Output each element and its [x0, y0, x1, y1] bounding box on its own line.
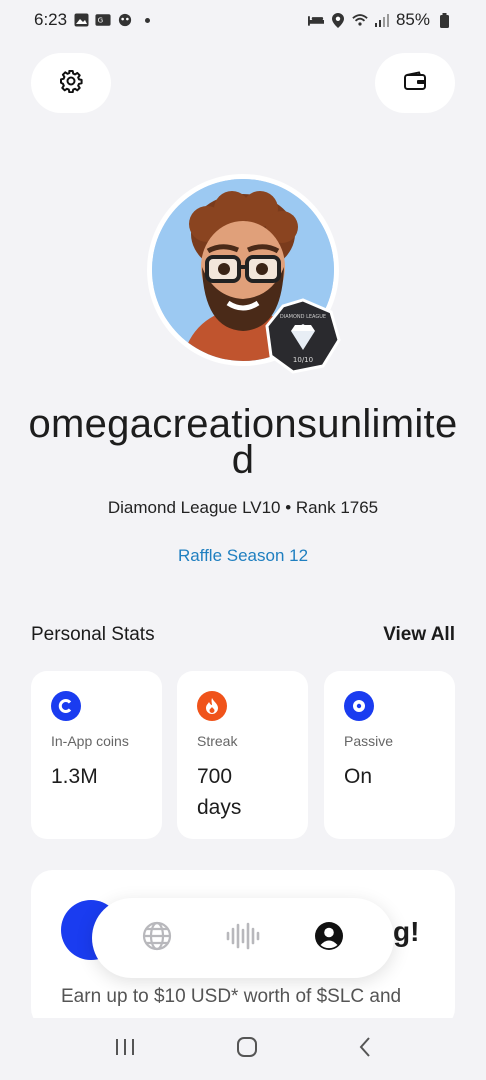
- stat-card-passive[interactable]: Passive On: [324, 671, 455, 839]
- home-button[interactable]: [236, 1036, 258, 1063]
- personal-stats-title: Personal Stats: [31, 624, 155, 645]
- passive-icon: [344, 691, 374, 721]
- bottom-tab-bar: [92, 898, 394, 978]
- tab-audio[interactable]: [223, 918, 263, 958]
- svg-text:G: G: [98, 16, 104, 25]
- stat-label: Streak: [197, 733, 238, 749]
- badge-level: 10/10: [293, 356, 313, 364]
- profile-icon: [314, 921, 344, 956]
- globe-icon: [141, 920, 173, 957]
- flame-icon: [197, 691, 227, 721]
- soundwave-icon: [225, 921, 261, 956]
- wallet-button[interactable]: [375, 53, 455, 113]
- battery-percent: 85%: [395, 10, 430, 29]
- view-all-link[interactable]: View All: [383, 624, 455, 646]
- back-button[interactable]: [358, 1036, 372, 1063]
- gallery-icon: [73, 12, 89, 28]
- stat-card-streak[interactable]: Streak 700 days: [177, 671, 308, 839]
- status-bar: 6:23 G 85%: [0, 0, 486, 40]
- signal-icon: [374, 12, 390, 28]
- stat-value: On: [344, 765, 373, 788]
- recent-apps-button[interactable]: [114, 1037, 136, 1062]
- stat-label: Passive: [344, 733, 394, 749]
- wifi-icon: [352, 12, 368, 28]
- coin-icon: [51, 691, 81, 721]
- settings-button[interactable]: [31, 53, 111, 113]
- badge-title: DIAMOND LEAGUE: [280, 314, 326, 320]
- game-app-icon: [117, 12, 133, 28]
- promo-heading: g!: [393, 916, 420, 947]
- battery-icon: [436, 12, 452, 28]
- stat-value: 1.3M: [51, 765, 98, 788]
- status-right: 85%: [307, 10, 452, 30]
- diamond-league-badge[interactable]: DIAMOND LEAGUE 10/10: [265, 298, 341, 374]
- stat-value: 700 days: [197, 765, 242, 819]
- tab-profile[interactable]: [309, 918, 349, 958]
- gear-icon: [59, 69, 83, 98]
- raffle-season-link[interactable]: Raffle Season 12: [0, 546, 486, 566]
- stat-card-coins[interactable]: In-App coins 1.3M: [31, 671, 162, 839]
- status-left: 6:23 G: [34, 10, 151, 30]
- notification-app-icon: G: [95, 12, 111, 28]
- tab-explore[interactable]: [137, 918, 177, 958]
- system-navigation-bar: [0, 1018, 486, 1080]
- bed-icon: [307, 12, 324, 28]
- stat-label: In-App coins: [51, 733, 129, 749]
- status-time: 6:23: [34, 10, 68, 29]
- wallet-icon: [404, 70, 426, 96]
- avatar-container: DIAMOND LEAGUE 10/10: [147, 174, 341, 374]
- more-notifications-dot: [145, 17, 151, 23]
- location-icon: [330, 12, 346, 28]
- username: omegacreationsunlimited: [28, 402, 458, 482]
- league-rank-line: Diamond League LV10 • Rank 1765: [107, 498, 379, 517]
